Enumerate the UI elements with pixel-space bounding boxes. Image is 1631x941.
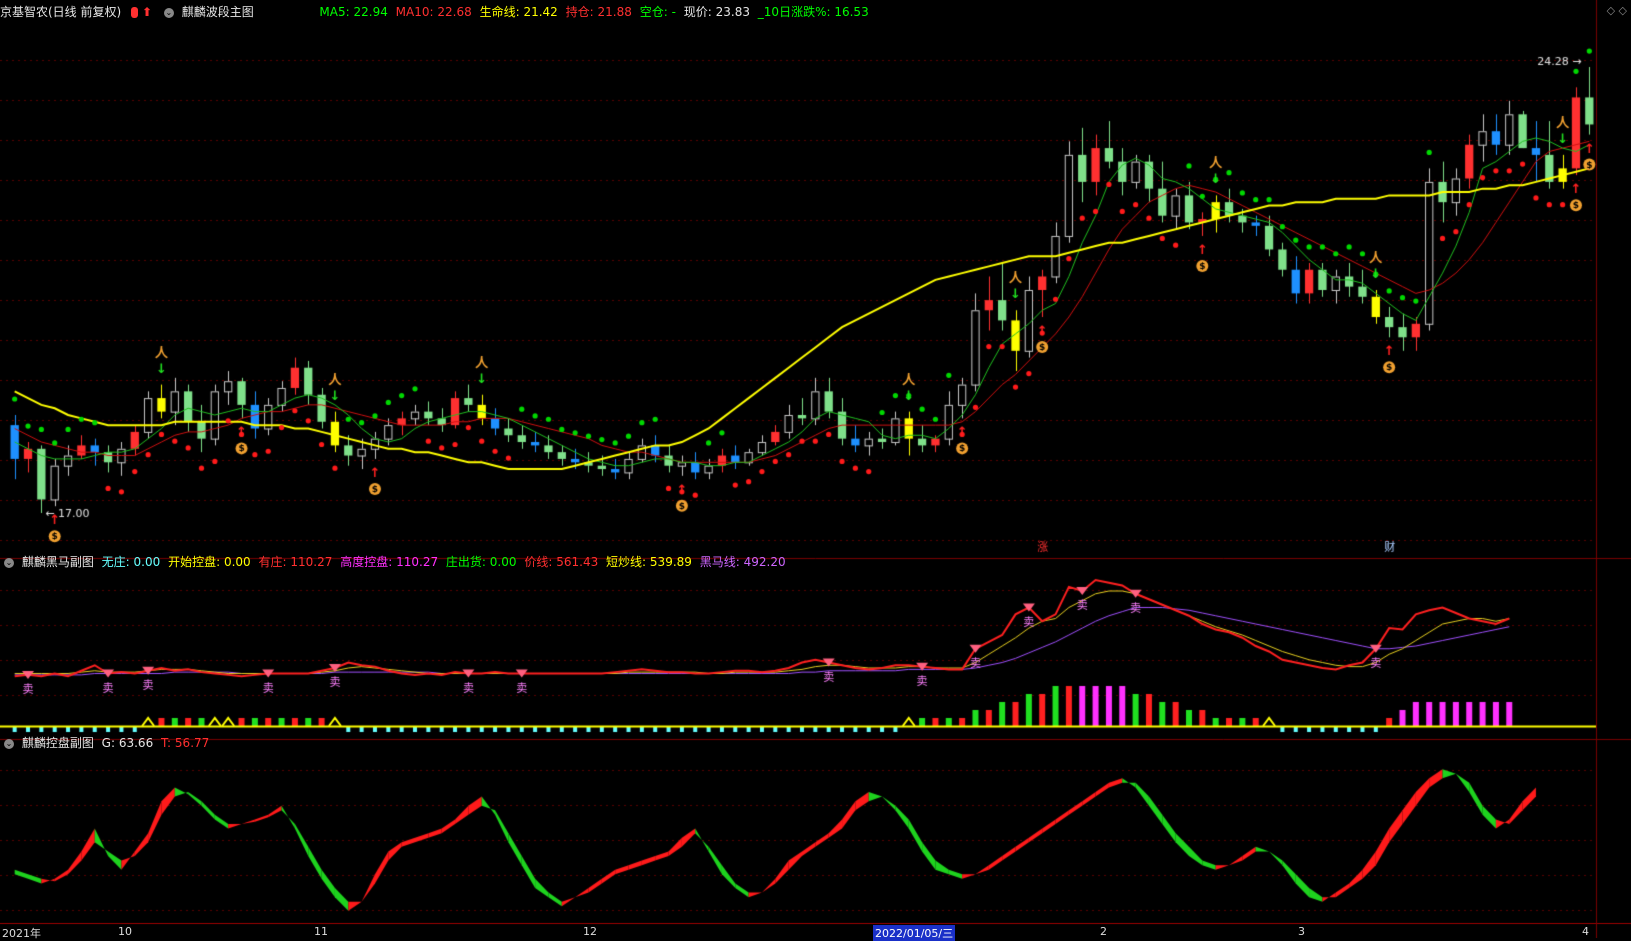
date-tick: 2 (1100, 925, 1107, 938)
change-readout: _10日涨跌%: 16.53 (757, 5, 869, 19)
empty-readout: 空仓: - (639, 5, 676, 19)
stock-chart-canvas[interactable] (0, 0, 1631, 938)
date-tick: 12 (583, 925, 597, 938)
toggle-icon[interactable]: ⌄ (163, 7, 174, 18)
main-panel-header: 京基智农(日线 前复权) ⬆ ⌄ 麒麟波段主图 MA5: 22.94 MA10:… (0, 2, 873, 22)
ma5-readout: MA5: 22.94 (319, 5, 388, 19)
main-indicator-name[interactable]: 麒麟波段主图 (182, 5, 254, 19)
panel3-header: ⌄ 麒麟控盘副图 G: 63.66 T: 56.77 (4, 736, 210, 750)
date-tick: 3 (1298, 925, 1305, 938)
panel3-indicator-name[interactable]: 麒麟控盘副图 (22, 736, 94, 750)
panel-resize-icon[interactable]: ◇ ◇ (1607, 4, 1627, 17)
stock-title[interactable]: 京基智农(日线 前复权) (0, 5, 121, 19)
date-tick: 2021年 (2, 927, 41, 940)
price-readout: 现价: 23.83 (683, 5, 750, 19)
pin-icon[interactable] (131, 7, 139, 18)
up-arrow-icon[interactable]: ⬆ (142, 5, 152, 19)
date-tick: 4 (1582, 925, 1589, 938)
hold-readout: 持仓: 21.88 (565, 5, 632, 19)
panel2-indicator-name[interactable]: 麒麟黑马副图 (22, 555, 94, 569)
date-axis: 2021年 10 11 12 2022/01/05/三 2 3 4 (0, 923, 1631, 941)
date-tick: 10 (118, 925, 132, 938)
cursor-date: 2022/01/05/三 (873, 925, 956, 941)
ma10-readout: MA10: 22.68 (395, 5, 472, 19)
panel2-header: ⌄ 麒麟黑马副图 无庄: 0.00 开始控盘: 0.00 有庄: 110.27 … (4, 555, 786, 569)
toggle-icon[interactable]: ⌄ (4, 738, 14, 749)
date-tick: 11 (314, 925, 328, 938)
life-readout: 生命线: 21.42 (479, 5, 558, 19)
toggle-icon[interactable]: ⌄ (4, 557, 14, 568)
